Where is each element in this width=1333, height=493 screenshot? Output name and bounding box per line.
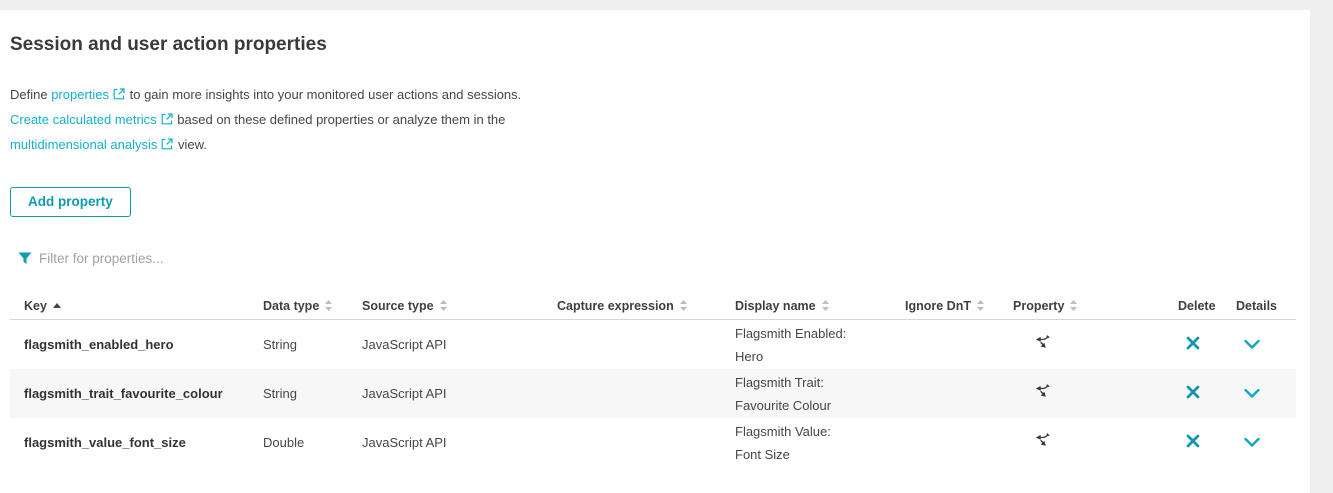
sort-both-icon xyxy=(680,300,687,311)
filter-bar xyxy=(18,248,1310,268)
sort-asc-icon xyxy=(53,303,61,308)
external-link-icon xyxy=(113,88,125,100)
sort-both-icon xyxy=(325,300,332,311)
details-expand-button[interactable] xyxy=(1244,438,1260,447)
chevron-down-icon xyxy=(1244,438,1260,447)
delete-button[interactable] xyxy=(1186,434,1200,448)
sort-both-icon xyxy=(822,300,829,311)
data-type-cell: String xyxy=(263,337,362,352)
user-action-icon xyxy=(1033,384,1050,400)
intro-line1-post: to gain more insights into your monitore… xyxy=(126,87,521,102)
delete-cell xyxy=(1178,385,1236,402)
table-row: flagsmith_enabled_hero String JavaScript… xyxy=(10,320,1296,369)
delete-button[interactable] xyxy=(1186,336,1200,350)
table-header-row: Key Data type Source type Capture expres… xyxy=(10,292,1296,320)
details-cell xyxy=(1236,386,1296,401)
property-type-cell xyxy=(1013,384,1178,403)
user-action-icon xyxy=(1033,335,1050,351)
details-expand-button[interactable] xyxy=(1244,389,1260,398)
filter-funnel-icon xyxy=(18,252,32,265)
table-row: flagsmith_value_font_size Double JavaScr… xyxy=(10,418,1296,467)
data-type-cell: String xyxy=(263,386,362,401)
properties-link[interactable]: properties xyxy=(51,87,126,102)
external-link-icon xyxy=(161,138,173,150)
external-link-icon xyxy=(161,113,173,125)
display-name-cell: Flagsmith Enabled:Hero xyxy=(735,322,905,368)
source-type-cell: JavaScript API xyxy=(362,337,557,352)
user-action-icon xyxy=(1033,433,1050,449)
x-icon xyxy=(1186,336,1200,350)
details-cell xyxy=(1236,337,1296,352)
key-cell: flagsmith_value_font_size xyxy=(24,435,263,450)
column-header-capture-expression[interactable]: Capture expression xyxy=(557,299,735,313)
details-expand-button[interactable] xyxy=(1244,340,1260,349)
property-type-cell xyxy=(1013,433,1178,452)
delete-cell xyxy=(1178,434,1236,451)
sort-both-icon xyxy=(440,300,447,311)
column-header-property[interactable]: Property xyxy=(1013,299,1178,313)
content-panel: Session and user action properties Defin… xyxy=(0,10,1310,493)
key-cell: flagsmith_enabled_hero xyxy=(24,337,263,352)
intro-line-3: multidimensional analysis view. xyxy=(10,132,1310,157)
add-property-button[interactable]: Add property xyxy=(10,187,131,217)
x-icon xyxy=(1186,385,1200,399)
property-type-cell xyxy=(1013,335,1178,354)
source-type-cell: JavaScript API xyxy=(362,386,557,401)
chevron-down-icon xyxy=(1244,389,1260,398)
page-title: Session and user action properties xyxy=(10,34,1310,56)
intro-text: Define properties to gain more insights … xyxy=(10,82,1310,157)
filter-input[interactable] xyxy=(39,251,339,266)
display-name-cell: Flagsmith Trait:Favourite Colour xyxy=(735,371,905,417)
create-calculated-metrics-link[interactable]: Create calculated metrics xyxy=(10,112,174,127)
chevron-down-icon xyxy=(1244,340,1260,349)
delete-cell xyxy=(1178,336,1236,353)
intro-line-2: Create calculated metrics based on these… xyxy=(10,107,1310,132)
column-header-delete: Delete xyxy=(1178,299,1236,313)
table-row: flagsmith_trait_favourite_colour String … xyxy=(10,369,1296,418)
intro-line3-post: view. xyxy=(174,137,207,152)
x-icon xyxy=(1186,434,1200,448)
multidimensional-analysis-link[interactable]: multidimensional analysis xyxy=(10,137,174,152)
sort-both-icon xyxy=(1070,300,1077,311)
display-name-cell: Flagsmith Value:Font Size xyxy=(735,420,905,466)
column-header-display-name[interactable]: Display name xyxy=(735,299,905,313)
source-type-cell: JavaScript API xyxy=(362,435,557,450)
intro-line-1: Define properties to gain more insights … xyxy=(10,82,1310,107)
properties-table: Key Data type Source type Capture expres… xyxy=(10,292,1296,467)
column-header-data-type[interactable]: Data type xyxy=(263,299,362,313)
column-header-ignore-dnt[interactable]: Ignore DnT xyxy=(905,299,1013,313)
delete-button[interactable] xyxy=(1186,385,1200,399)
column-header-key[interactable]: Key xyxy=(24,299,263,313)
key-cell: flagsmith_trait_favourite_colour xyxy=(24,386,263,401)
intro-line1-pre: Define xyxy=(10,87,51,102)
sort-both-icon xyxy=(977,300,984,311)
details-cell xyxy=(1236,435,1296,450)
intro-line2-post: based on these defined properties or ana… xyxy=(174,112,506,127)
column-header-details: Details xyxy=(1236,299,1296,313)
column-header-source-type[interactable]: Source type xyxy=(362,299,557,313)
data-type-cell: Double xyxy=(263,435,362,450)
